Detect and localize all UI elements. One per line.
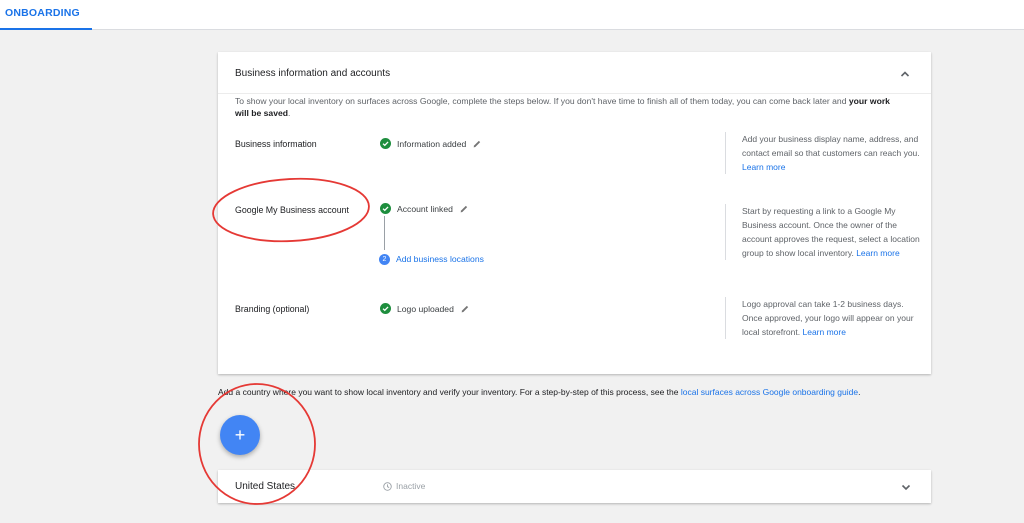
check-circle-icon bbox=[380, 203, 391, 214]
helper-google-my-business: Start by requesting a link to a Google M… bbox=[725, 204, 920, 260]
status-account-linked: Account linked bbox=[380, 203, 469, 214]
step-connector bbox=[384, 216, 385, 250]
expand-button[interactable] bbox=[896, 477, 916, 497]
edit-pencil-icon[interactable] bbox=[459, 204, 469, 214]
status-logo-uploaded: Logo uploaded bbox=[380, 303, 470, 314]
card-intro: To show your local inventory on surfaces… bbox=[235, 96, 890, 118]
card-divider bbox=[218, 93, 931, 94]
status-information-added: Information added bbox=[380, 138, 482, 149]
row-label-business-information: Business information bbox=[235, 139, 317, 149]
top-bar: ONBOARDING bbox=[0, 0, 1024, 30]
row-label-branding: Branding (optional) bbox=[235, 304, 310, 314]
country-name: United States bbox=[235, 481, 296, 492]
onboarding-guide-link[interactable]: local surfaces across Google onboarding … bbox=[681, 387, 858, 397]
edit-pencil-icon[interactable] bbox=[460, 304, 470, 314]
helper-business-information: Add your business display name, address,… bbox=[725, 132, 920, 174]
add-business-locations-link[interactable]: Add business locations bbox=[396, 254, 484, 264]
row-label-google-my-business: Google My Business account bbox=[235, 205, 349, 215]
country-status: Inactive bbox=[383, 481, 425, 491]
check-circle-icon bbox=[380, 138, 391, 149]
chevron-up-icon bbox=[900, 71, 910, 77]
learn-more-link[interactable]: Learn more bbox=[742, 162, 785, 172]
helper-branding: Logo approval can take 1-2 business days… bbox=[725, 297, 920, 339]
country-intro: Add a country where you want to show loc… bbox=[218, 387, 861, 397]
business-info-card: Business information and accounts To sho… bbox=[218, 52, 931, 374]
chevron-down-icon bbox=[901, 484, 911, 491]
learn-more-link[interactable]: Learn more bbox=[803, 327, 846, 337]
collapse-button[interactable] bbox=[895, 64, 915, 84]
step-number-badge: 2 bbox=[379, 254, 390, 265]
check-circle-icon bbox=[380, 303, 391, 314]
country-row-united-states[interactable]: United States Inactive bbox=[218, 470, 931, 503]
card-title: Business information and accounts bbox=[235, 68, 391, 79]
tab-onboarding[interactable]: ONBOARDING bbox=[0, 0, 92, 30]
clock-icon bbox=[383, 481, 392, 491]
edit-pencil-icon[interactable] bbox=[472, 139, 482, 149]
add-country-button[interactable]: + bbox=[220, 415, 260, 455]
learn-more-link[interactable]: Learn more bbox=[856, 248, 899, 258]
